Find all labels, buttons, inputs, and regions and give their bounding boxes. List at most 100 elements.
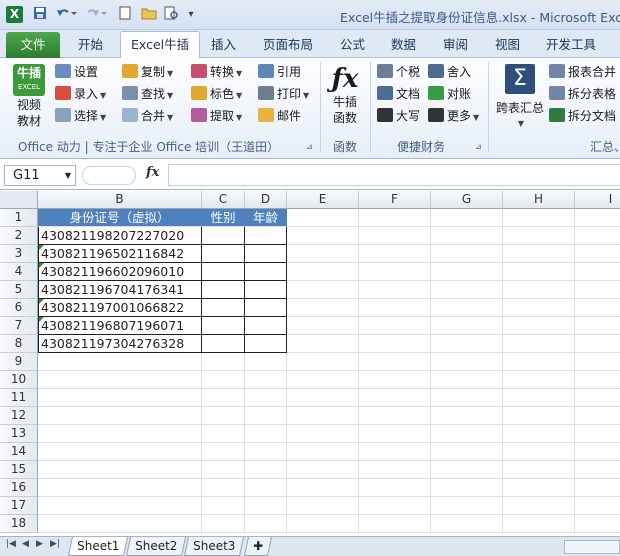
grid-cell[interactable]	[245, 227, 287, 245]
open-icon[interactable]	[140, 6, 158, 24]
row-header[interactable]: 16	[0, 479, 38, 497]
grid-cell[interactable]	[359, 407, 431, 425]
input-button[interactable]: 录入 ▼	[55, 84, 106, 104]
row-header[interactable]: 7	[0, 317, 38, 335]
grid-cell[interactable]	[245, 425, 287, 443]
print-button[interactable]: 打印 ▼	[258, 84, 309, 104]
menu-insert[interactable]: 插入	[211, 35, 236, 55]
grid-cell[interactable]	[431, 425, 503, 443]
grid-cell[interactable]	[38, 515, 202, 533]
grid-cell[interactable]	[287, 353, 359, 371]
grid-cell[interactable]	[38, 461, 202, 479]
row-header[interactable]: 11	[0, 389, 38, 407]
customize-icon[interactable]: ▾	[186, 6, 196, 24]
grid-cell[interactable]	[287, 227, 359, 245]
grid-cell[interactable]	[431, 407, 503, 425]
spreadsheet-grid[interactable]: B C D E F G H I 1 2 3 4 5 6 7 8 9 10 11 …	[0, 191, 620, 536]
name-box[interactable]: G11 ▼	[4, 165, 76, 186]
grid-cell[interactable]	[359, 317, 431, 335]
cell-b3[interactable]: 430821196502116842	[38, 245, 202, 263]
row-header[interactable]: 8	[0, 335, 38, 353]
grid-cell[interactable]	[287, 209, 359, 227]
save-icon[interactable]	[32, 6, 48, 24]
dialog-launcher-icon[interactable]: ⊿	[475, 142, 482, 151]
row-header[interactable]: 6	[0, 299, 38, 317]
merge-button[interactable]: 合并 ▼	[122, 106, 173, 126]
grid-cell[interactable]	[359, 299, 431, 317]
menu-formulas[interactable]: 公式	[340, 35, 365, 55]
row-header[interactable]: 13	[0, 425, 38, 443]
grid-cell[interactable]	[245, 407, 287, 425]
column-header-h[interactable]: H	[503, 191, 575, 209]
grid-cell[interactable]	[202, 281, 245, 299]
cell-c1[interactable]: 性别	[202, 209, 245, 227]
grid-cell[interactable]	[503, 335, 575, 353]
grid-cell[interactable]	[431, 515, 503, 533]
row-header[interactable]: 3	[0, 245, 38, 263]
grid-cell[interactable]	[431, 245, 503, 263]
grid-cell[interactable]	[575, 317, 620, 335]
row-header[interactable]: 17	[0, 497, 38, 515]
grid-cell[interactable]	[202, 317, 245, 335]
grid-cell[interactable]	[575, 371, 620, 389]
grid-cell[interactable]	[245, 389, 287, 407]
grid-cell[interactable]	[245, 515, 287, 533]
sheet-tab-1[interactable]: Sheet1	[67, 537, 129, 556]
dialog-launcher-icon[interactable]: ⊿	[306, 142, 313, 151]
column-header-f[interactable]: F	[359, 191, 431, 209]
grid-cell[interactable]	[503, 299, 575, 317]
grid-cell[interactable]	[431, 443, 503, 461]
select-all-corner[interactable]	[0, 191, 38, 209]
cell-d1[interactable]: 年龄	[245, 209, 287, 227]
sheet-tab-2[interactable]: Sheet2	[125, 537, 187, 556]
cross-sheet-summary-button[interactable]: Σ 跨表汇总 ▼	[494, 64, 546, 132]
grid-cell[interactable]	[575, 209, 620, 227]
grid-cell[interactable]	[245, 245, 287, 263]
row-header[interactable]: 12	[0, 407, 38, 425]
grid-cell[interactable]	[575, 299, 620, 317]
row-header[interactable]: 14	[0, 443, 38, 461]
video-tutorial-button[interactable]: 牛插 EXCEL 视频 教材	[10, 64, 48, 129]
row-header[interactable]: 18	[0, 515, 38, 533]
grid-cell[interactable]	[359, 245, 431, 263]
report-merge-button[interactable]: 报表合并	[549, 62, 616, 82]
grid-cell[interactable]	[503, 227, 575, 245]
grid-cell[interactable]	[503, 389, 575, 407]
row-header[interactable]: 2	[0, 227, 38, 245]
column-header-e[interactable]: E	[287, 191, 359, 209]
grid-cell[interactable]	[575, 263, 620, 281]
row-header[interactable]: 5	[0, 281, 38, 299]
text-doc-button[interactable]: 文档	[377, 84, 420, 104]
cell-b4[interactable]: 430821196602096010	[38, 263, 202, 281]
grid-cell[interactable]	[287, 407, 359, 425]
grid-cell[interactable]	[202, 263, 245, 281]
grid-cell[interactable]	[38, 443, 202, 461]
grid-cell[interactable]	[431, 353, 503, 371]
reference-button[interactable]: 引用	[258, 62, 301, 82]
grid-cell[interactable]	[202, 245, 245, 263]
round-button[interactable]: 舍入	[428, 62, 471, 82]
grid-cell[interactable]	[431, 227, 503, 245]
grid-cell[interactable]	[245, 317, 287, 335]
grid-cell[interactable]	[287, 317, 359, 335]
column-header-b[interactable]: B	[38, 191, 202, 209]
grid-cell[interactable]	[38, 407, 202, 425]
grid-cell[interactable]	[503, 263, 575, 281]
grid-cell[interactable]	[245, 371, 287, 389]
reconcile-button[interactable]: 对账	[428, 84, 471, 104]
insert-function-icon[interactable]: fx	[146, 165, 159, 180]
grid-cell[interactable]	[287, 443, 359, 461]
grid-cell[interactable]	[359, 335, 431, 353]
formula-bar-expander[interactable]	[82, 166, 136, 185]
grid-cell[interactable]	[575, 497, 620, 515]
grid-cell[interactable]	[359, 389, 431, 407]
grid-cell[interactable]	[38, 389, 202, 407]
grid-cell[interactable]	[575, 443, 620, 461]
grid-cell[interactable]	[431, 461, 503, 479]
cell-b8[interactable]: 430821197304276328	[38, 335, 202, 353]
grid-cell[interactable]	[245, 479, 287, 497]
cell-b1[interactable]: 身份证号（虚拟）	[38, 209, 202, 227]
menu-review[interactable]: 审阅	[443, 35, 468, 55]
grid-cell[interactable]	[575, 335, 620, 353]
grid-cell[interactable]	[503, 317, 575, 335]
